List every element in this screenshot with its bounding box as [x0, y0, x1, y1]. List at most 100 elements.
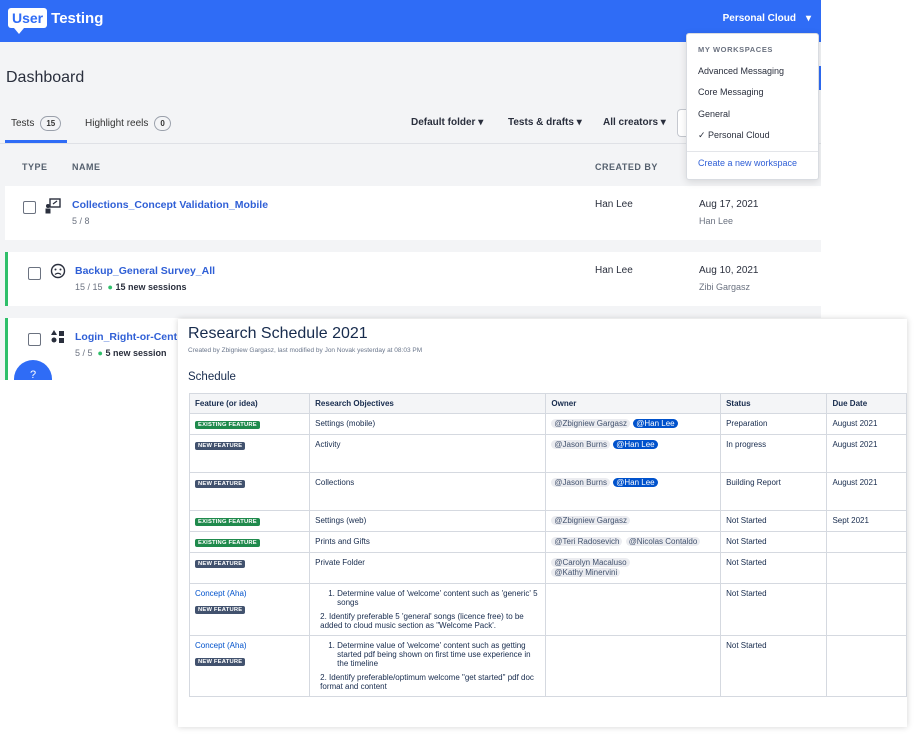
objective-item: Determine value of 'welcome' content suc… [337, 589, 540, 607]
feature-cell: EXISTING FEATURE [188, 531, 311, 553]
column-header-name[interactable]: NAME [72, 162, 101, 172]
type-filter-dropdown[interactable]: Tests & drafts ▾ [508, 117, 582, 128]
column-header-created-by[interactable]: CREATED BY [595, 162, 658, 172]
confluence-page: Research Schedule 2021 Created by Zbigni… [178, 319, 907, 727]
status-cell: Not Started [720, 510, 828, 532]
workspace-menu-heading: MY WORKSPACES [698, 45, 774, 54]
status-lozenge: NEW FEATURE [195, 658, 246, 666]
row-checkbox[interactable] [28, 267, 41, 280]
schedule-table: Feature (or idea) Research Objectives Ow… [188, 393, 907, 697]
table-row: NEW FEATURE Activity @Jason Burns @Han L… [188, 434, 907, 473]
tab-highlight-reels[interactable]: Highlight reels 0 [85, 113, 171, 133]
status-lozenge: EXISTING FEATURE [195, 518, 260, 526]
user-mention[interactable]: @Nicolas Contaldo [625, 537, 701, 546]
status-lozenge: NEW FEATURE [195, 480, 246, 488]
due-date-cell: August 2021 [826, 434, 907, 473]
new-session-dot-icon: ● [107, 282, 113, 292]
user-mention-self[interactable]: @Han Lee [633, 419, 678, 428]
feature-cell: NEW FEATURE [188, 552, 311, 584]
concept-link[interactable]: Concept (Aha) [195, 589, 304, 598]
user-mention[interactable]: @Jason Burns [551, 440, 610, 449]
objective-cell: Determine value of 'welcome' content suc… [309, 583, 547, 636]
user-mention-self[interactable]: @Han Lee [613, 478, 658, 487]
active-tab-indicator [5, 140, 67, 143]
feature-cell: EXISTING FEATURE [188, 413, 311, 435]
presentation-icon [45, 198, 61, 217]
user-mention[interactable]: @Kathy Minervini [551, 568, 621, 577]
owner-cell: @Teri Radosevich @Nicolas Contaldo [545, 531, 722, 553]
row-checkbox[interactable] [28, 333, 41, 346]
test-date: Aug 17, 2021 [699, 199, 759, 210]
workspace-selector-label: Personal Cloud [722, 13, 796, 24]
concept-link[interactable]: Concept (Aha) [195, 641, 304, 650]
status-cell: Not Started [720, 552, 828, 584]
usertesting-logo[interactable]: User Testing [8, 7, 103, 34]
test-name-link[interactable]: Backup_General Survey_All [75, 265, 215, 277]
owner-cell: @Carolyn Macaluso @Kathy Minervini [545, 552, 722, 584]
test-progress: 15 / 15 [75, 282, 103, 292]
help-badge-label: ? [29, 369, 37, 380]
workspace-selector[interactable]: Personal Cloud ▾ [723, 13, 811, 24]
user-mention[interactable]: @Jason Burns [551, 478, 610, 487]
status-cell: Not Started [720, 583, 828, 636]
create-workspace-link[interactable]: Create a new workspace [698, 158, 797, 168]
status-lozenge: NEW FEATURE [195, 442, 246, 450]
test-progress-line: 15 / 15 ● 15 new sessions [75, 282, 187, 292]
column-header: Feature (or idea) [188, 393, 311, 414]
due-date-cell [826, 531, 907, 553]
due-date-cell [826, 635, 907, 697]
objective-item: 2. Identify preferable/optimum welcome "… [320, 673, 534, 691]
due-date-cell [826, 583, 907, 636]
owner-cell [545, 635, 722, 697]
column-header-type: TYPE [22, 162, 48, 172]
status-lozenge: EXISTING FEATURE [195, 421, 260, 429]
test-name-link[interactable]: Login_Right-or-Cent [75, 331, 177, 343]
workspace-item-advanced-messaging[interactable]: Advanced Messaging [698, 66, 784, 76]
user-mention[interactable]: @Carolyn Macaluso [551, 558, 630, 567]
creator-filter-dropdown[interactable]: All creators ▾ [603, 117, 666, 128]
status-cell: In progress [720, 434, 828, 473]
column-header: Status [720, 393, 828, 414]
section-heading: Schedule [188, 371, 236, 383]
tab-count-badge: 0 [154, 115, 171, 131]
objective-cell: Determine value of 'welcome' content suc… [309, 635, 547, 697]
menu-divider [687, 151, 818, 152]
folder-filter-dropdown[interactable]: Default folder ▾ [411, 117, 483, 128]
objective-cell: Prints and Gifts [309, 531, 547, 553]
workspace-item-general[interactable]: General [698, 109, 730, 119]
objective-cell: Activity [309, 434, 547, 473]
user-mention[interactable]: @Zbigniew Gargasz [551, 516, 630, 525]
logo-box: User [8, 8, 48, 34]
shapes-icon [50, 329, 66, 348]
table-row[interactable]: Backup_General Survey_All 15 / 15 ● 15 n… [5, 252, 821, 306]
table-row: EXISTING FEATURE Settings (web) @Zbignie… [188, 510, 907, 532]
objective-list: Determine value of 'welcome' content suc… [315, 589, 540, 607]
column-header: Research Objectives [309, 393, 547, 414]
objective-cell: Settings (mobile) [309, 413, 547, 435]
status-cell: Preparation [720, 413, 828, 435]
user-mention-self[interactable]: @Han Lee [613, 440, 658, 449]
status-lozenge: NEW FEATURE [195, 560, 246, 568]
workspace-item-core-messaging[interactable]: Core Messaging [698, 87, 764, 97]
test-name-link[interactable]: Collections_Concept Validation_Mobile [72, 199, 268, 211]
table-row: Concept (Aha) NEW FEATURE Determine valu… [188, 635, 907, 697]
user-mention[interactable]: @Zbigniew Gargasz [551, 419, 630, 428]
column-header: Due Date [826, 393, 907, 414]
table-row: Concept (Aha) NEW FEATURE Determine valu… [188, 583, 907, 636]
feature-cell: Concept (Aha) NEW FEATURE [188, 635, 311, 697]
page-title: Dashboard [6, 69, 85, 86]
user-mention[interactable]: @Teri Radosevich [551, 537, 623, 546]
objective-cell: Private Folder [309, 552, 547, 584]
test-progress-line: 5 / 5 ● 5 new session [75, 348, 167, 358]
column-header: Owner [545, 393, 722, 414]
table-row: EXISTING FEATURE Prints and Gifts @Teri … [188, 531, 907, 553]
page-byline: Created by Zbigniew Gargasz, last modifi… [188, 347, 423, 354]
table-row[interactable]: Collections_Concept Validation_Mobile 5 … [5, 186, 821, 240]
page-title: Research Schedule 2021 [188, 325, 368, 342]
table-header-row: Feature (or idea) Research Objectives Ow… [188, 393, 907, 414]
row-checkbox[interactable] [23, 201, 36, 214]
workspace-item-personal-cloud[interactable]: ✓ Personal Cloud [698, 130, 770, 141]
status-cell: Building Report [720, 472, 828, 511]
tab-tests[interactable]: Tests 15 [11, 113, 62, 133]
test-date: Aug 10, 2021 [699, 265, 759, 276]
